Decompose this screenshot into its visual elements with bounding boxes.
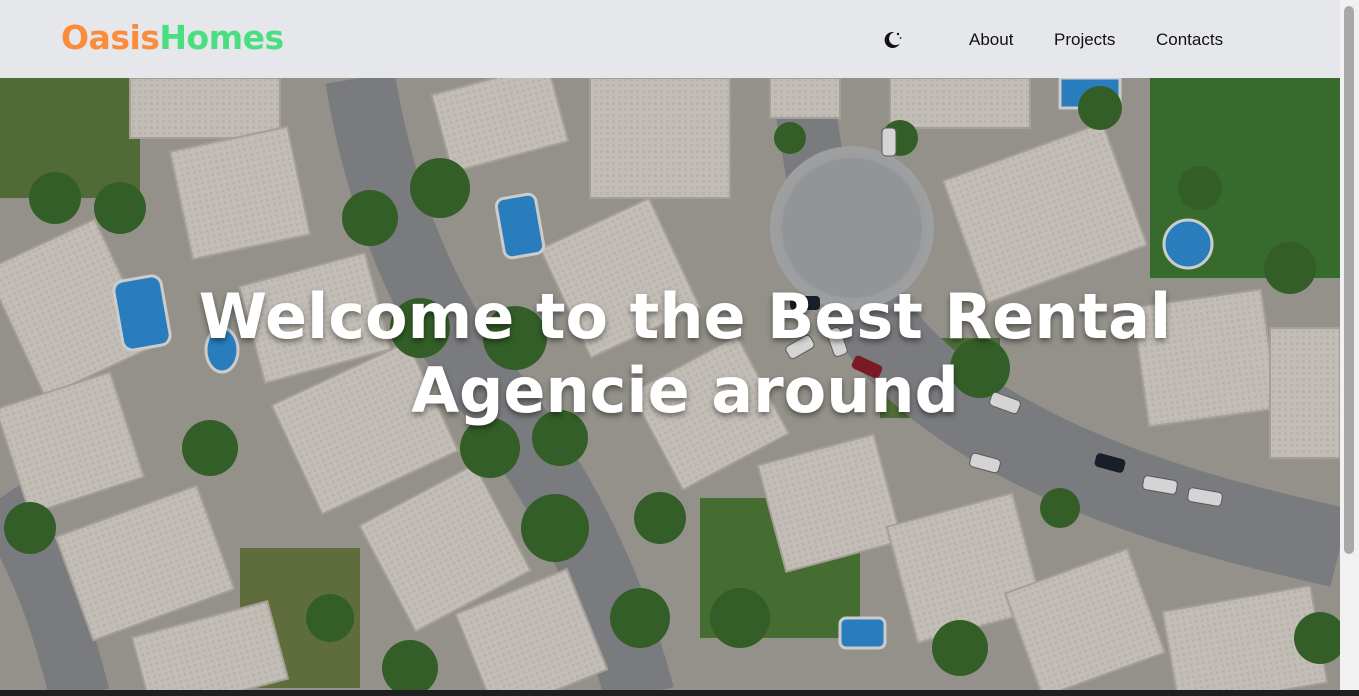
scrollbar-thumb[interactable] [1344,6,1354,554]
brand-name-part2: Homes [159,18,284,57]
brand-name-part1: Oasis [61,18,160,57]
nav-link-about[interactable]: About [969,30,1013,50]
window-bottom-edge [0,690,1359,696]
hero-section: Welcome to the Best Rental Agencie aroun… [0,78,1340,696]
moon-icon [884,31,902,48]
vertical-scrollbar[interactable] [1340,0,1359,696]
hero-title: Welcome to the Best Rental Agencie aroun… [198,279,1172,427]
nav-link-contacts[interactable]: Contacts [1156,30,1223,50]
brand-logo[interactable]: OasisHomes [61,18,284,58]
theme-toggle-button[interactable] [880,28,904,52]
site-header: OasisHomes About Projects Contacts [0,0,1340,78]
nav-link-projects[interactable]: Projects [1054,30,1115,50]
page: OasisHomes About Projects Contacts Welco… [0,0,1359,696]
